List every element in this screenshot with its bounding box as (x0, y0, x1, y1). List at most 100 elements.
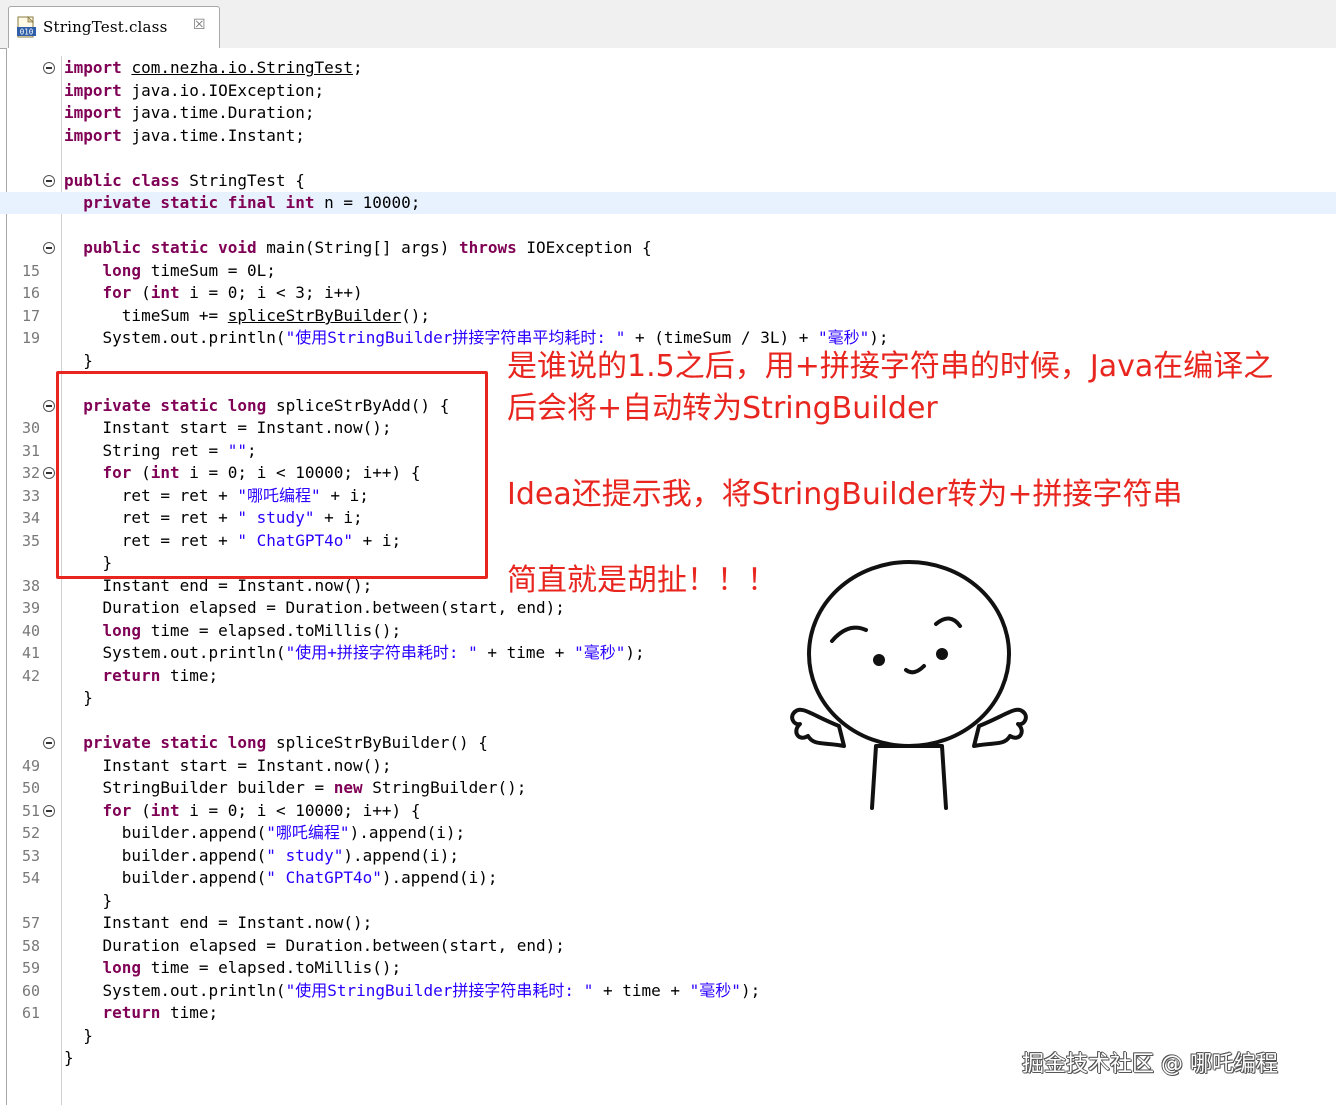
code-token: time; (169, 1003, 219, 1022)
code-line[interactable]: 42 return time; (0, 665, 1336, 687)
code-line[interactable]: import java.time.Duration; (0, 102, 1336, 124)
code-line[interactable]: 17 timeSum += spliceStrByBuilder(); (0, 305, 1336, 327)
code-token: time = elapsed.toMillis(); (150, 621, 402, 640)
keyword: throws (458, 238, 517, 257)
code-line[interactable]: 40 long time = elapsed.toMillis(); (0, 620, 1336, 642)
code-token: (); (401, 306, 431, 325)
string-literal: "使用StringBuilder拼接字符串耗时: " (285, 981, 594, 1000)
line-number: 58 (21, 937, 40, 955)
code-text: Duration elapsed = Duration.between(star… (64, 597, 565, 619)
code-line[interactable]: 61 return time; (0, 1002, 1336, 1024)
watermark: 掘金技术社区 @ 哪吒编程 (1022, 1052, 1278, 1077)
code-line[interactable]: public static void main(String[] args) t… (0, 237, 1336, 259)
line-number: 42 (21, 667, 40, 685)
fold-collapse-icon[interactable] (43, 242, 55, 254)
line-number: 16 (21, 284, 40, 302)
code-line[interactable]: 51 for (int i = 0; i < 10000; i++) { (0, 800, 1336, 822)
line-number: 35 (21, 532, 40, 550)
annotation-line-2: 后会将+自动转为StringBuilder (507, 391, 938, 426)
keyword: long (102, 958, 142, 977)
code-text: builder.append("哪吒编程").append(i); (64, 822, 465, 844)
code-token: spliceStrByBuilder (227, 306, 402, 325)
code-token: timeSum += (64, 306, 228, 325)
line-number: 54 (21, 869, 40, 887)
code-line[interactable]: private static final int n = 10000; (0, 192, 1336, 214)
string-literal: "毫秒" (689, 981, 741, 1000)
keyword: return (102, 1003, 161, 1022)
code-token: IOException { (526, 238, 652, 257)
code-text: Instant start = Instant.now(); (64, 755, 392, 777)
code-line[interactable]: public class StringTest { (0, 170, 1336, 192)
code-text: Duration elapsed = Duration.between(star… (64, 935, 565, 957)
line-number: 32 (21, 464, 40, 482)
code-token: } (64, 351, 93, 370)
code-line[interactable]: } (0, 890, 1336, 912)
code-token: spliceStrByBuilder() { (275, 733, 488, 752)
close-icon[interactable]: ☒ (193, 17, 206, 33)
code-token: StringBuilder(); (372, 778, 527, 797)
fold-collapse-icon[interactable] (43, 62, 55, 74)
annotation-line-4: 简直就是胡扯！！！ (507, 563, 777, 598)
code-text: } (64, 1047, 74, 1069)
shrug-meme-icon (790, 560, 1028, 810)
code-line[interactable]: 16 for (int i = 0; i < 3; i++) (0, 282, 1336, 304)
code-token: java.time.Duration; (131, 103, 315, 122)
fold-collapse-icon[interactable] (43, 400, 55, 412)
fold-collapse-icon[interactable] (43, 737, 55, 749)
keyword: public class (64, 171, 180, 190)
code-line[interactable]: 50 StringBuilder builder = new StringBui… (0, 777, 1336, 799)
code-text: private static long spliceStrByBuilder()… (64, 732, 488, 754)
fold-collapse-icon[interactable] (43, 467, 55, 479)
line-number: 33 (21, 487, 40, 505)
code-line[interactable]: private static long spliceStrByBuilder()… (0, 732, 1336, 754)
code-token: n = 10000; (324, 193, 421, 212)
code-line[interactable]: 15 long timeSum = 0L; (0, 260, 1336, 282)
code-text: for (int i = 0; i < 10000; i++) { (64, 800, 421, 822)
code-line[interactable]: 54 builder.append(" ChatGPT4o").append(i… (0, 867, 1336, 889)
code-line[interactable]: 57 Instant end = Instant.now(); (0, 912, 1336, 934)
code-token: + time + (487, 643, 565, 662)
code-text: for (int i = 0; i < 3; i++) (64, 282, 363, 304)
code-line[interactable]: 53 builder.append(" study").append(i); (0, 845, 1336, 867)
string-literal: "使用+拼接字符串耗时: " (285, 643, 478, 662)
keyword: private static long (83, 733, 267, 752)
code-token: timeSum = 0L; (150, 261, 276, 280)
fold-collapse-icon[interactable] (43, 175, 55, 187)
keyword: import (64, 81, 122, 100)
code-line[interactable]: } (0, 1025, 1336, 1047)
code-line[interactable]: 49 Instant start = Instant.now(); (0, 755, 1336, 777)
line-number: 59 (21, 959, 40, 977)
code-line[interactable]: 58 Duration elapsed = Duration.between(s… (0, 935, 1336, 957)
code-line[interactable]: 59 long time = elapsed.toMillis(); (0, 957, 1336, 979)
tab-stringtest-class[interactable]: 010 StringTest.class ☒ (8, 6, 220, 48)
code-text: public class StringTest { (64, 170, 305, 192)
code-token: System.out.println( (64, 981, 286, 1000)
line-number: 51 (21, 802, 40, 820)
fold-collapse-icon[interactable] (43, 805, 55, 817)
keyword: for (102, 801, 132, 820)
code-line[interactable]: import java.io.IOException; (0, 80, 1336, 102)
code-text: Instant end = Instant.now(); (64, 912, 373, 934)
code-token: ).append(i); (381, 868, 498, 887)
code-line[interactable]: import java.time.Instant; (0, 125, 1336, 147)
code-line[interactable]: 41 System.out.println("使用+拼接字符串耗时: " + t… (0, 642, 1336, 664)
code-text: return time; (64, 1002, 219, 1024)
line-number: 61 (21, 1004, 40, 1022)
code-line[interactable]: import com.nezha.io.StringTest; (0, 57, 1336, 79)
code-line[interactable]: 52 builder.append("哪吒编程").append(i); (0, 822, 1336, 844)
code-line[interactable]: 60 System.out.println("使用StringBuilder拼接… (0, 980, 1336, 1002)
code-text: builder.append(" study").append(i); (64, 845, 459, 867)
code-line[interactable]: } (0, 687, 1336, 709)
line-number: 38 (21, 577, 40, 595)
